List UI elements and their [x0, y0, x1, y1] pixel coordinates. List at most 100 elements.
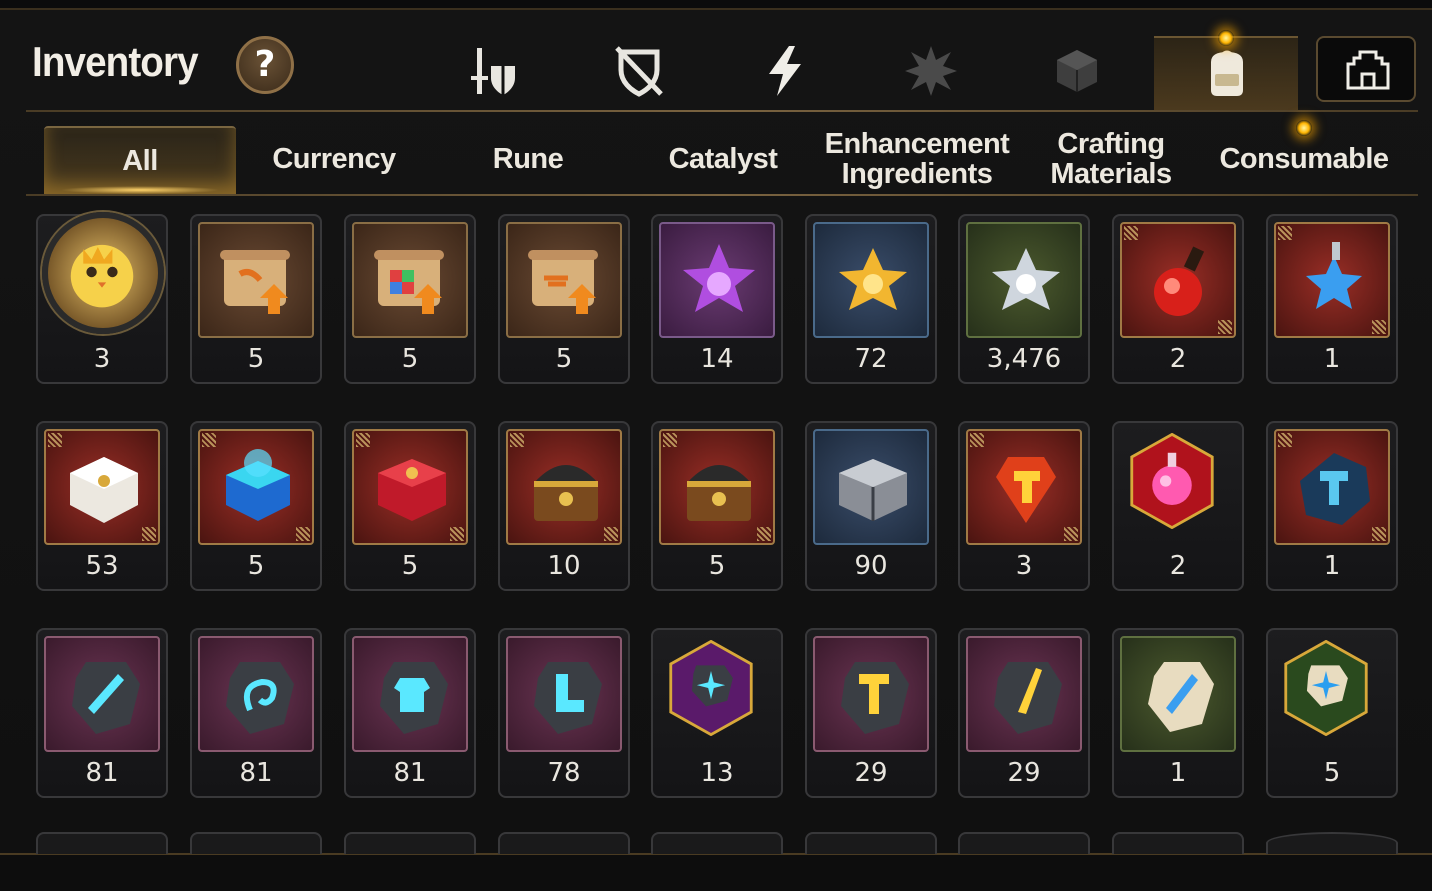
guild-castle-icon [1346, 50, 1390, 90]
scroll-upgrade-icon [528, 250, 598, 314]
tab-currency[interactable]: Currency [238, 126, 430, 192]
item-slot[interactable] [344, 832, 476, 854]
item-count: 29 [1007, 758, 1041, 788]
item-count: 5 [401, 344, 419, 374]
help-button[interactable]: ? [236, 36, 294, 94]
artifact-burst-icon [905, 46, 957, 96]
item-slot[interactable]: 53 [36, 421, 168, 591]
item-slot[interactable]: 81 [344, 628, 476, 798]
sword-rune-icon [72, 662, 140, 734]
item-slot[interactable]: 2 [1112, 214, 1244, 384]
item-count: 72 [854, 344, 888, 374]
item-slot[interactable]: 10 [498, 421, 630, 591]
page-title: Inventory [32, 38, 199, 85]
item-count: 10 [547, 551, 581, 581]
item-count: 29 [854, 758, 888, 788]
item-slot[interactable]: 29 [958, 628, 1090, 798]
item-slot[interactable] [498, 832, 630, 854]
tab-rune[interactable]: Rune [432, 126, 624, 192]
item-count: 78 [547, 758, 581, 788]
item-slot[interactable]: 5 [498, 214, 630, 384]
item-count: 5 [247, 551, 265, 581]
red-hammer-gem-icon [996, 457, 1056, 523]
tab-all[interactable]: All [44, 126, 236, 194]
red-potion-icon [1154, 246, 1205, 316]
sword-shield-icon [471, 48, 515, 95]
item-count: 1 [1323, 344, 1341, 374]
gold-crystal-flower-icon [839, 248, 907, 310]
chick-mascot-icon [42, 212, 164, 334]
item-slot[interactable]: 90 [805, 421, 937, 591]
blue-hammer-stone-icon [1300, 453, 1370, 525]
gold-treasure-chest-icon [534, 465, 598, 521]
item-slot[interactable]: 81 [190, 628, 322, 798]
item-slot[interactable]: 5 [190, 214, 322, 384]
item-count: 13 [700, 758, 734, 788]
item-count: 5 [555, 344, 573, 374]
item-slot[interactable] [36, 832, 168, 854]
scroll-rainbow-cube-icon [374, 250, 444, 314]
item-slot[interactable]: 5 [344, 214, 476, 384]
spiral-rune-icon [226, 662, 294, 734]
item-count: 2 [1169, 551, 1187, 581]
cube-icon [1057, 50, 1097, 92]
red-chest-icon [378, 459, 446, 521]
header-divider [26, 110, 1418, 112]
tab-enhancement-ingredients[interactable]: Enhancement Ingredients [822, 126, 1012, 192]
item-slot[interactable] [958, 832, 1090, 854]
silver-chest-icon [839, 459, 907, 521]
item-count: 14 [700, 344, 734, 374]
hex-frame [1130, 433, 1214, 529]
item-slot[interactable]: 29 [805, 628, 937, 798]
category-backpack[interactable] [1154, 36, 1298, 112]
item-slot[interactable]: 1 [1112, 628, 1244, 798]
item-slot[interactable] [651, 832, 783, 854]
category-lightning[interactable] [712, 36, 856, 112]
tab-catalyst[interactable]: Catalyst [626, 126, 820, 192]
backpack-icon [1211, 50, 1243, 96]
item-count: 53 [85, 551, 119, 581]
category-artifact[interactable] [858, 36, 1002, 112]
category-sword-shield[interactable] [420, 36, 564, 112]
category-defense[interactable] [566, 36, 710, 112]
item-count: 81 [393, 758, 427, 788]
gold-treasure-chest-icon [687, 465, 751, 521]
item-count: 90 [854, 551, 888, 581]
item-slot[interactable] [1112, 832, 1244, 854]
item-slot[interactable]: 2 [1112, 421, 1244, 591]
scroll-upgrade-icon [220, 250, 290, 314]
hex-frame [1284, 640, 1368, 736]
item-count: 3,476 [986, 344, 1062, 374]
item-slot[interactable]: 3 [958, 421, 1090, 591]
item-count: 5 [401, 551, 419, 581]
item-count: 3 [93, 344, 111, 374]
guild-button[interactable] [1316, 36, 1416, 102]
stone-sword-rune-icon [1148, 662, 1214, 732]
item-slot[interactable] [190, 832, 322, 854]
item-slot[interactable]: 5 [344, 421, 476, 591]
item-slot[interactable]: 1 [1266, 421, 1398, 591]
tab-crafting-materials[interactable]: Crafting Materials [1040, 126, 1182, 192]
item-slot[interactable]: 78 [498, 628, 630, 798]
item-count: 1 [1323, 551, 1341, 581]
item-count: 1 [1169, 758, 1187, 788]
silver-crystal-flower-icon [992, 248, 1060, 310]
category-cube[interactable] [1004, 36, 1148, 112]
item-slot[interactable]: 13 [651, 628, 783, 798]
item-slot[interactable]: 81 [36, 628, 168, 798]
item-slot[interactable]: 1 [1266, 214, 1398, 384]
item-slot[interactable]: 14 [651, 214, 783, 384]
item-slot[interactable]: 5 [190, 421, 322, 591]
blue-star-potion-icon [1306, 242, 1362, 309]
item-slot[interactable]: 3 [36, 212, 168, 384]
item-count: 2 [1169, 344, 1187, 374]
notification-dot [1218, 30, 1234, 46]
item-slot[interactable] [805, 832, 937, 854]
item-slot[interactable]: 72 [805, 214, 937, 384]
item-slot[interactable]: 5 [1266, 628, 1398, 798]
item-slot[interactable] [1266, 832, 1398, 854]
item-count: 3 [1015, 551, 1033, 581]
item-slot[interactable]: 5 [651, 421, 783, 591]
armor-rune-icon [380, 662, 448, 734]
item-slot[interactable]: 3,476 [958, 214, 1090, 384]
